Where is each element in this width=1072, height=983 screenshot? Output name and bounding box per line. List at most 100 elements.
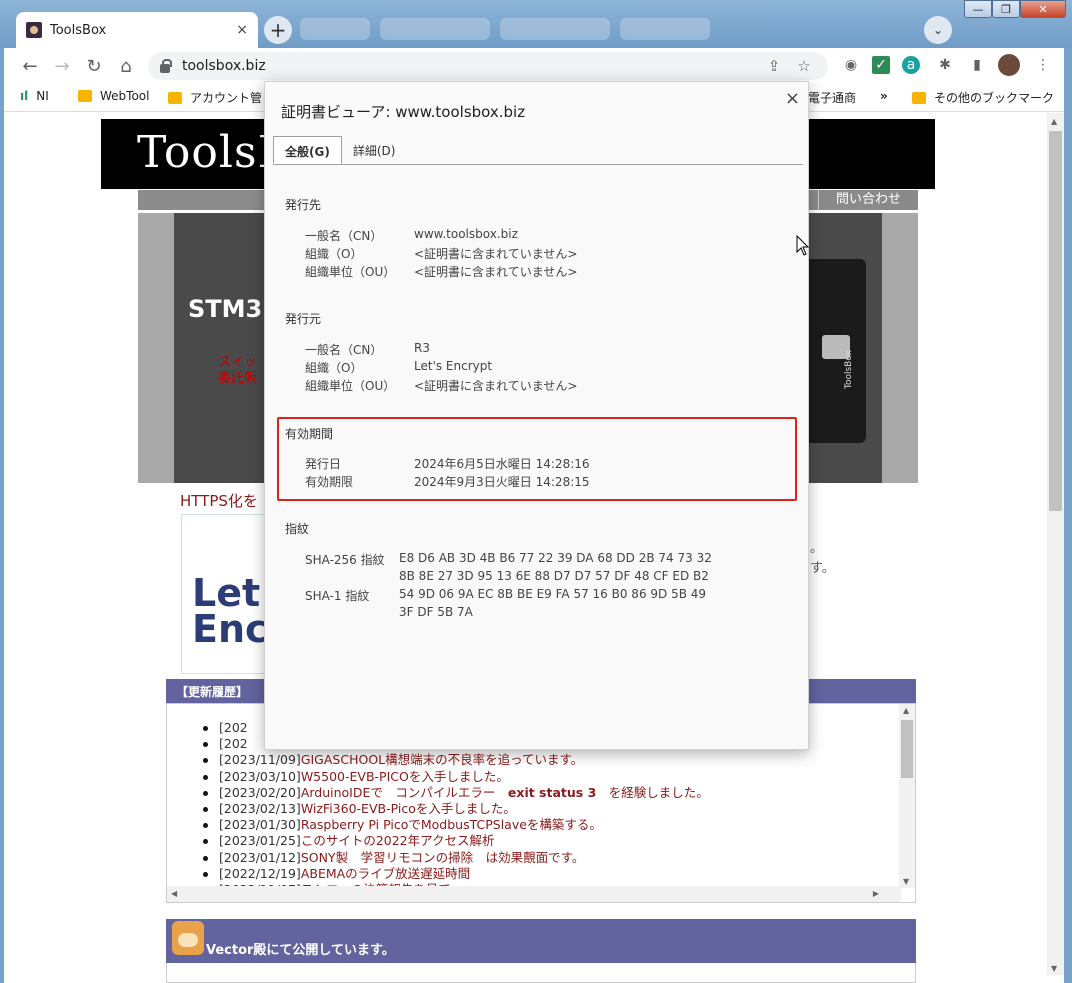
new-tab-button[interactable]: + — [264, 16, 292, 44]
history-link[interactable]: WizFi360-EVB-Picoを入手しました。 — [301, 801, 516, 816]
field-label: SHA-1 指紋 — [305, 589, 370, 603]
dialog-title: 証明書ビューア: www.toolsbox.biz — [281, 103, 526, 121]
bookmark-trade[interactable]: 電子通商 — [808, 89, 856, 106]
scroll-up-icon[interactable]: ▲ — [1051, 117, 1057, 126]
history-link[interactable]: ABEMAのライブ放送遅延時間 — [301, 866, 470, 881]
contact-link[interactable]: 問い合わせ — [818, 190, 918, 210]
tab-close-icon[interactable]: × — [236, 22, 248, 38]
page-scrollbar[interactable]: ▲ ▼ — [1047, 113, 1064, 975]
scroll-up-icon[interactable]: ▲ — [903, 706, 909, 715]
window-border — [1064, 48, 1072, 983]
history-date: [2023/11/09] — [219, 752, 301, 768]
forward-arrow-icon[interactable]: → — [50, 54, 74, 78]
bookmark-other[interactable]: その他のブックマーク — [912, 89, 1054, 106]
bookmark-label: アカウント管 — [190, 91, 263, 105]
history-hscrollbar[interactable]: ◀ ▶ — [167, 886, 901, 902]
history-date: [2023/01/25] — [219, 833, 301, 849]
history-link[interactable]: Raspberry Pi PicoでModbusTCPSlaveを構築する。 — [301, 817, 602, 832]
lock-icon[interactable] — [160, 58, 172, 73]
history-link[interactable]: ArduinoIDEで コンパイルエラー — [301, 785, 508, 800]
reload-icon[interactable]: ↻ — [82, 54, 106, 78]
side-panel-icon[interactable]: ▮ — [966, 54, 988, 76]
field-value: <証明書に含まれていません> — [414, 247, 578, 261]
history-link[interactable]: SONY製 学習リモコンの掃除 は効果覿面です。 — [301, 850, 585, 865]
url-text[interactable]: toolsbox.biz — [182, 58, 756, 74]
puzzle-icon[interactable]: ✱ — [934, 54, 956, 76]
tab-general[interactable]: 全般(G) — [273, 136, 342, 164]
mouse-cursor-icon — [796, 235, 810, 256]
history-item[interactable]: [2023/01/30]Raspberry Pi PicoでModbusTCPS… — [203, 817, 709, 833]
field-value: 2024年9月3日火曜日 14:28:15 — [414, 475, 590, 489]
page-scroll-thumb[interactable] — [1049, 131, 1062, 511]
validity-heading: 有効期間 — [285, 427, 334, 441]
field-value: R3 — [414, 341, 430, 355]
history-item[interactable]: [2023/01/25]このサイトの2022年アクセス解析 — [203, 833, 709, 849]
history-date: [202 — [219, 720, 248, 735]
scroll-down-icon[interactable]: ▼ — [1051, 964, 1057, 973]
history-link[interactable]: このサイトの2022年アクセス解析 — [301, 833, 495, 848]
background-tab[interactable] — [500, 18, 610, 40]
history-link-bold[interactable]: exit status 3 — [508, 785, 596, 800]
folder-icon — [78, 90, 92, 102]
background-tab[interactable] — [380, 18, 490, 40]
extension-icon[interactable]: ◉ — [840, 54, 862, 76]
tab-details[interactable]: 詳細(D) — [342, 136, 407, 164]
history-scrollbar[interactable]: ▲ ▼ — [899, 704, 915, 888]
minimize-button[interactable]: — — [964, 0, 992, 18]
history-link[interactable]: を経験しました。 — [596, 785, 709, 800]
history-date: [2023/01/30] — [219, 817, 301, 833]
product-board-image: ToolsBox — [802, 259, 866, 443]
bookmarks-overflow-button[interactable]: » — [880, 89, 888, 103]
issued-by-heading: 発行元 — [285, 312, 322, 326]
history-date: [2023/01/12] — [219, 849, 301, 865]
fingerprint-value: E8 D6 AB 3D 4B B6 77 22 39 DA 68 DD 2B 7… — [399, 551, 712, 565]
scroll-down-icon[interactable]: ▼ — [903, 877, 909, 886]
browser-tab[interactable]: ToolsBox × — [16, 12, 258, 48]
history-item[interactable]: [2023/01/12]SONY製 学習リモコンの掃除 は効果覿面です。 — [203, 849, 709, 866]
scroll-right-icon[interactable]: ▶ — [873, 889, 879, 898]
history-item[interactable]: [2023/03/10]W5500-EVB-PICOを入手しました。 — [203, 769, 709, 785]
scroll-thumb[interactable] — [901, 720, 913, 778]
history-date: [2023/02/13] — [219, 801, 301, 817]
bookmark-label: その他のブックマーク — [934, 91, 1055, 105]
history-item[interactable]: [2023/02/13]WizFi360-EVB-Picoを入手しました。 — [203, 801, 709, 817]
tab-title: ToolsBox — [50, 22, 107, 38]
home-icon[interactable]: ⌂ — [114, 54, 138, 78]
a-extension-icon[interactable]: a — [902, 56, 920, 74]
history-item[interactable]: [2023/02/20]ArduinoIDEで コンパイルエラー exit st… — [203, 785, 709, 801]
scroll-left-icon[interactable]: ◀ — [171, 889, 177, 898]
maximize-button[interactable]: ❐ — [992, 0, 1020, 18]
vector-panel — [166, 963, 916, 983]
field-label: 一般名（CN） — [305, 343, 383, 357]
share-icon[interactable]: ⇪ — [762, 54, 786, 78]
menu-icon[interactable]: ⋮ — [1032, 54, 1054, 76]
field-value: Let's Encrypt — [414, 359, 493, 373]
bookmark-ni[interactable]: ıl NI — [20, 89, 49, 103]
close-icon[interactable]: × — [785, 88, 800, 109]
history-link[interactable]: GIGASCHOOL構想端末の不良率を追っています。 — [301, 752, 583, 767]
cat-mascot-icon — [172, 921, 204, 955]
fingerprint-heading: 指紋 — [285, 522, 310, 536]
bookmark-webtool[interactable]: WebTool — [78, 89, 149, 103]
body-text: 。 — [810, 541, 824, 556]
background-tab[interactable] — [620, 18, 710, 40]
bookmark-account[interactable]: アカウント管 — [168, 89, 262, 106]
close-window-button[interactable]: ✕ — [1020, 0, 1066, 18]
history-item[interactable]: [2022/12/19]ABEMAのライブ放送遅延時間 — [203, 866, 709, 882]
fingerprint-value: 3F DF 5B 7A — [399, 605, 473, 619]
bookmark-star-icon[interactable]: ☆ — [792, 54, 816, 78]
background-tab[interactable] — [300, 18, 370, 40]
certificate-viewer-dialog: 証明書ビューア: www.toolsbox.biz × 全般(G) 詳細(D) … — [264, 81, 809, 750]
favicon-icon — [26, 22, 42, 38]
profile-avatar[interactable] — [998, 54, 1020, 76]
address-bar[interactable]: toolsbox.biz ⇪ ☆ — [148, 52, 828, 80]
vector-title: Vector殿にて公開しています。 — [206, 943, 395, 958]
history-link[interactable]: W5500-EVB-PICOを入手しました。 — [301, 769, 509, 784]
tab-search-button[interactable]: ⌄ — [924, 16, 952, 44]
history-item[interactable]: [2023/11/09]GIGASCHOOL構想端末の不良率を追っています。 — [203, 752, 709, 768]
field-label: 組織単位（OU） — [305, 265, 396, 279]
back-arrow-icon[interactable]: ← — [18, 54, 42, 78]
window-titlebar: ToolsBox × + ⌄ — ❐ ✕ — [0, 0, 1072, 48]
checkmark-extension-icon[interactable]: ✓ — [872, 56, 890, 74]
bookmark-label: 電子通商 — [808, 91, 857, 105]
